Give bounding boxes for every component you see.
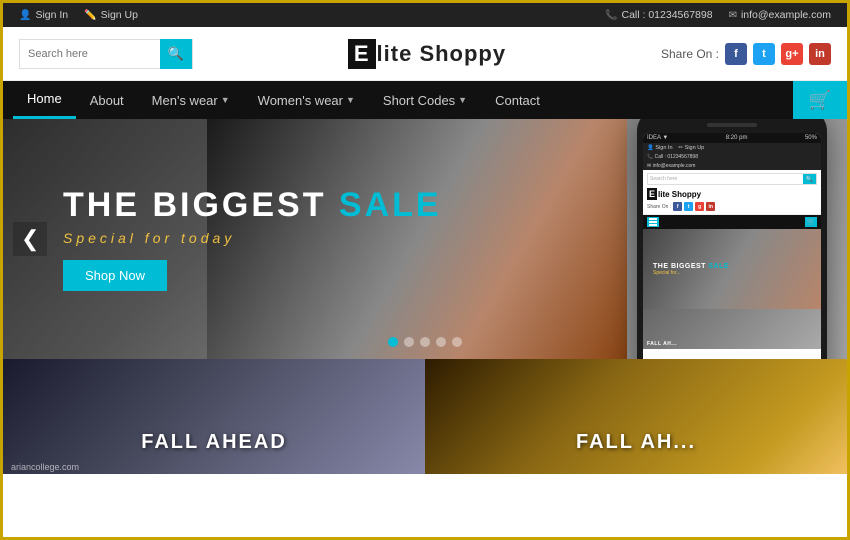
top-bar-right: 📞 Call : 01234567898 ✉ info@example.com [605,9,831,21]
edit-icon: ✏️ [84,10,96,21]
phone-hamburger-menu[interactable] [647,217,659,227]
content-cards: ariancollege.com FALL AHEAD FALL AH... [3,359,847,474]
nav-contact[interactable]: Contact [481,81,554,119]
nav-womens-wear[interactable]: Women's wear ▼ [244,81,369,119]
content-card-right: FALL AH... [425,359,847,474]
shop-now-button[interactable]: Shop Now [63,260,167,291]
phone-signin-link: 👤 Sign In [647,145,673,151]
phone-navbar: 🛒 [643,215,821,229]
phone-share-label: Share On : [647,204,671,210]
search-box: 🔍 [19,39,193,69]
card-label-left: FALL AHEAD [141,431,287,454]
phone-search-input[interactable]: Search here [648,174,803,184]
phone-email-info: ✉ info@example.com [647,163,695,169]
phone-linkedin-icon[interactable]: in [706,202,715,211]
nav-items: Home About Men's wear ▼ Women's wear ▼ S… [13,81,793,119]
top-bar: 👤 Sign In ✏️ Sign Up 📞 Call : 0123456789… [3,3,847,27]
hero-title-sale: SALE [339,186,442,224]
phone-card-label: FALL AH... [647,341,677,347]
hero-dot-5[interactable] [452,337,462,347]
phone-header: Search here 🔍 E lite Shoppy Share On : f… [643,170,821,215]
nav-about[interactable]: About [76,81,138,119]
hamburger-line-3 [649,224,657,226]
phone-twitter-icon[interactable]: t [684,202,693,211]
nav-home[interactable]: Home [13,81,76,119]
hero-dot-4[interactable] [436,337,446,347]
phone-hero-title: THE BIGGEST SALE [653,263,729,270]
search-button[interactable]: 🔍 [160,39,192,69]
twitter-icon[interactable]: t [753,43,775,65]
chevron-down-icon: ▼ [221,95,230,105]
linkedin-icon[interactable]: in [809,43,831,65]
phone-search: Search here 🔍 [647,173,817,185]
phone-phone-info: 📞 Call : 01234567898 [647,154,698,160]
chevron-down-icon: ▼ [346,95,355,105]
phone-logo-letter: E [647,188,657,200]
phone-logo-text: lite Shoppy [658,190,701,199]
phone-hero-text: THE BIGGEST SALE Special for... [643,263,729,276]
card-label-right: FALL AH... [576,431,696,454]
phone-hero: THE BIGGEST SALE Special for... [643,229,821,309]
phone-cart-button[interactable]: 🛒 [805,217,817,227]
website-label: ariancollege.com [11,462,79,472]
cart-button[interactable]: 🛒 [793,81,847,119]
site-logo: E lite Shoppy [348,39,506,69]
phone-speaker [707,123,757,127]
phone-carrier: IDEA ▼ [647,135,668,141]
phone-links: 👤 Sign In ✏ Sign Up [643,143,821,153]
hamburger-line-2 [649,221,657,223]
phone-gplus-icon[interactable]: g [695,202,704,211]
hero-dots [388,337,462,347]
chevron-down-icon: ▼ [458,95,467,105]
phone-email-row: ✉ info@example.com [643,161,821,170]
hero-title-prefix: THE BIGGEST [63,186,339,224]
search-input[interactable] [20,48,160,60]
hamburger-line-1 [649,218,657,220]
phone-contacts: 📞 Call : 01234567898 [643,153,821,161]
phone-battery: 50% [805,135,817,141]
content-card-left: ariancollege.com FALL AHEAD [3,359,425,474]
phone-bottom-content: FALL AH... [643,309,821,349]
phone-facebook-icon[interactable]: f [673,202,682,211]
site-header: 🔍 E lite Shoppy Share On : f t g+ in [3,27,847,81]
hero-prev-arrow[interactable]: ❮ [13,222,47,256]
hero-section: ❮ THE BIGGEST SALE Special for today Sho… [3,119,847,359]
googleplus-icon[interactable]: g+ [781,43,803,65]
phone-top-bar: IDEA ▼ 8:20 pm 50% [643,133,821,143]
user-icon: 👤 [19,10,31,21]
nav-short-codes[interactable]: Short Codes ▼ [369,81,481,119]
signin-link[interactable]: 👤 Sign In [19,9,68,21]
phone-share-bar: Share On : f t g in [647,202,817,211]
phone-icon: 📞 [605,10,617,21]
phone-search-button[interactable]: 🔍 [803,174,816,184]
share-label: Share On : [661,47,719,61]
phone-screen: IDEA ▼ 8:20 pm 50% 👤 Sign In ✏ Sign Up 📞… [643,133,821,359]
phone-mockup: IDEA ▼ 8:20 pm 50% 👤 Sign In ✏ Sign Up 📞… [637,119,827,359]
email-info: ✉ info@example.com [729,9,831,21]
hero-dot-3[interactable] [420,337,430,347]
hero-dot-1[interactable] [388,337,398,347]
logo-text: lite Shoppy [377,41,507,67]
logo-letter: E [348,39,376,69]
phone-logo: E lite Shoppy [647,188,817,200]
nav-mens-wear[interactable]: Men's wear ▼ [138,81,244,119]
phone-info: 📞 Call : 01234567898 [605,9,713,21]
hero-dot-2[interactable] [404,337,414,347]
facebook-icon[interactable]: f [725,43,747,65]
phone-time: 8:20 pm [726,135,748,141]
phone-signup-link: ✏ Sign Up [679,145,705,151]
phone-outer: IDEA ▼ 8:20 pm 50% 👤 Sign In ✏ Sign Up 📞… [637,119,827,359]
navbar: Home About Men's wear ▼ Women's wear ▼ S… [3,81,847,119]
share-bar: Share On : f t g+ in [661,43,831,65]
signup-link[interactable]: ✏️ Sign Up [84,9,138,21]
phone-hero-sub: Special for... [653,270,729,276]
email-icon: ✉ [729,10,737,21]
top-bar-left: 👤 Sign In ✏️ Sign Up [19,9,138,21]
